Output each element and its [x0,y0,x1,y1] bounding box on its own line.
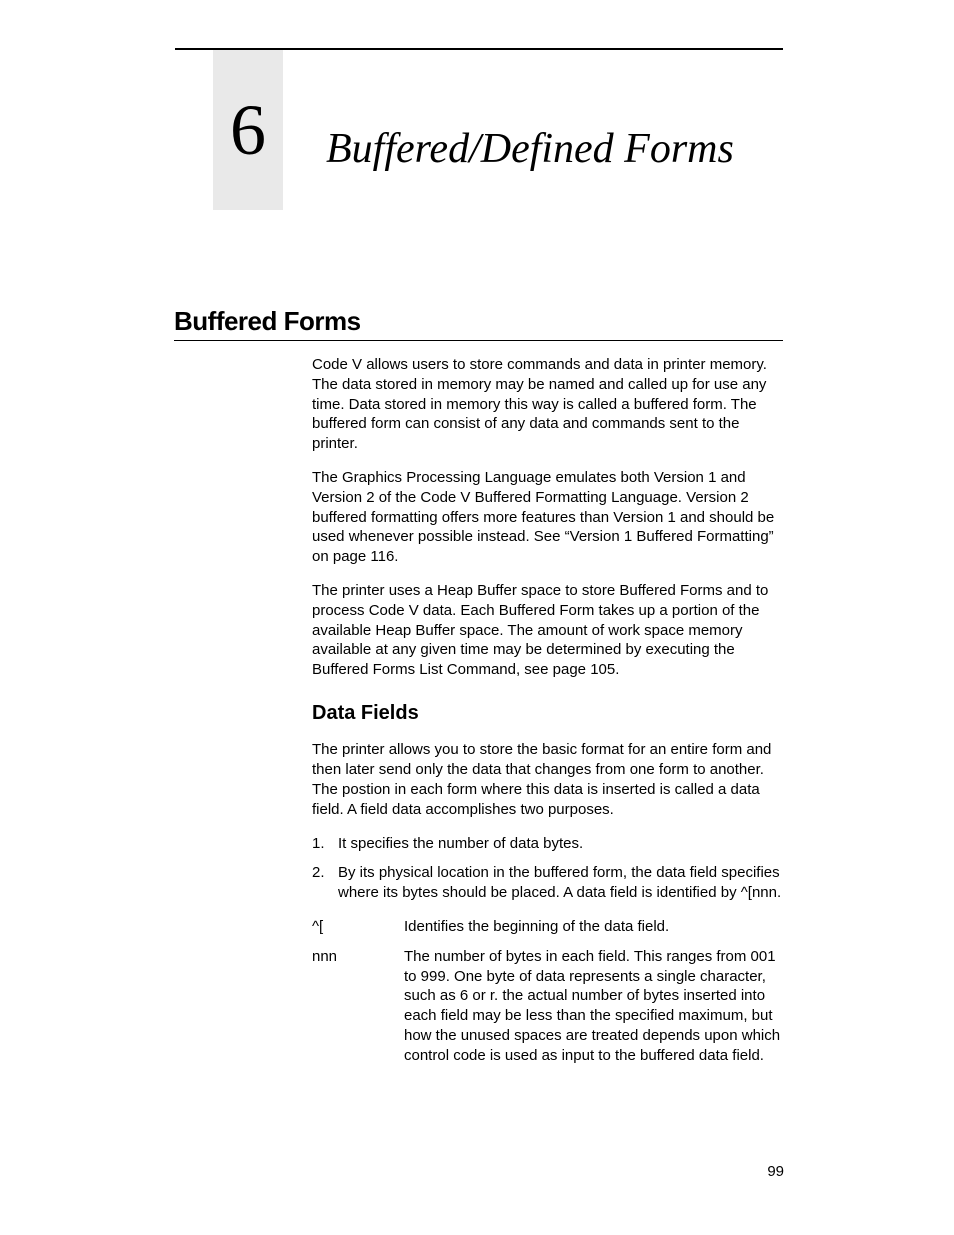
definition-term: ^[ [312,917,404,937]
definition-list: ^[ Identifies the beginning of the data … [312,917,784,1066]
list-item: 1. It specifies the number of data bytes… [312,834,784,854]
page: 6 Buffered/Defined Forms Buffered Forms … [0,0,954,1235]
definition-row: ^[ Identifies the beginning of the data … [312,917,784,937]
definition-description: Identifies the beginning of the data fie… [404,917,784,937]
list-text: It specifies the number of data bytes. [338,834,784,854]
list-number: 2. [312,863,338,903]
paragraph: The printer allows you to store the basi… [312,740,784,819]
list-text: By its physical location in the buffered… [338,863,784,903]
paragraph: Code V allows users to store commands an… [312,355,784,454]
definition-row: nnn The number of bytes in each field. T… [312,947,784,1066]
heading-rule [174,340,783,341]
paragraph: The printer uses a Heap Buffer space to … [312,581,784,680]
section-heading-buffered-forms: Buffered Forms [174,306,361,337]
chapter-number-box: 6 [213,50,283,210]
paragraph: The Graphics Processing Language emulate… [312,468,784,567]
page-number: 99 [767,1163,784,1180]
subsection-heading-data-fields: Data Fields [312,700,784,726]
definition-description: The number of bytes in each field. This … [404,947,784,1066]
body-text: Code V allows users to store commands an… [312,355,784,1076]
chapter-title: Buffered/Defined Forms [326,125,734,173]
list-number: 1. [312,834,338,854]
ordered-list: 1. It specifies the number of data bytes… [312,834,784,903]
definition-term: nnn [312,947,404,1066]
chapter-number: 6 [230,89,266,172]
list-item: 2. By its physical location in the buffe… [312,863,784,903]
